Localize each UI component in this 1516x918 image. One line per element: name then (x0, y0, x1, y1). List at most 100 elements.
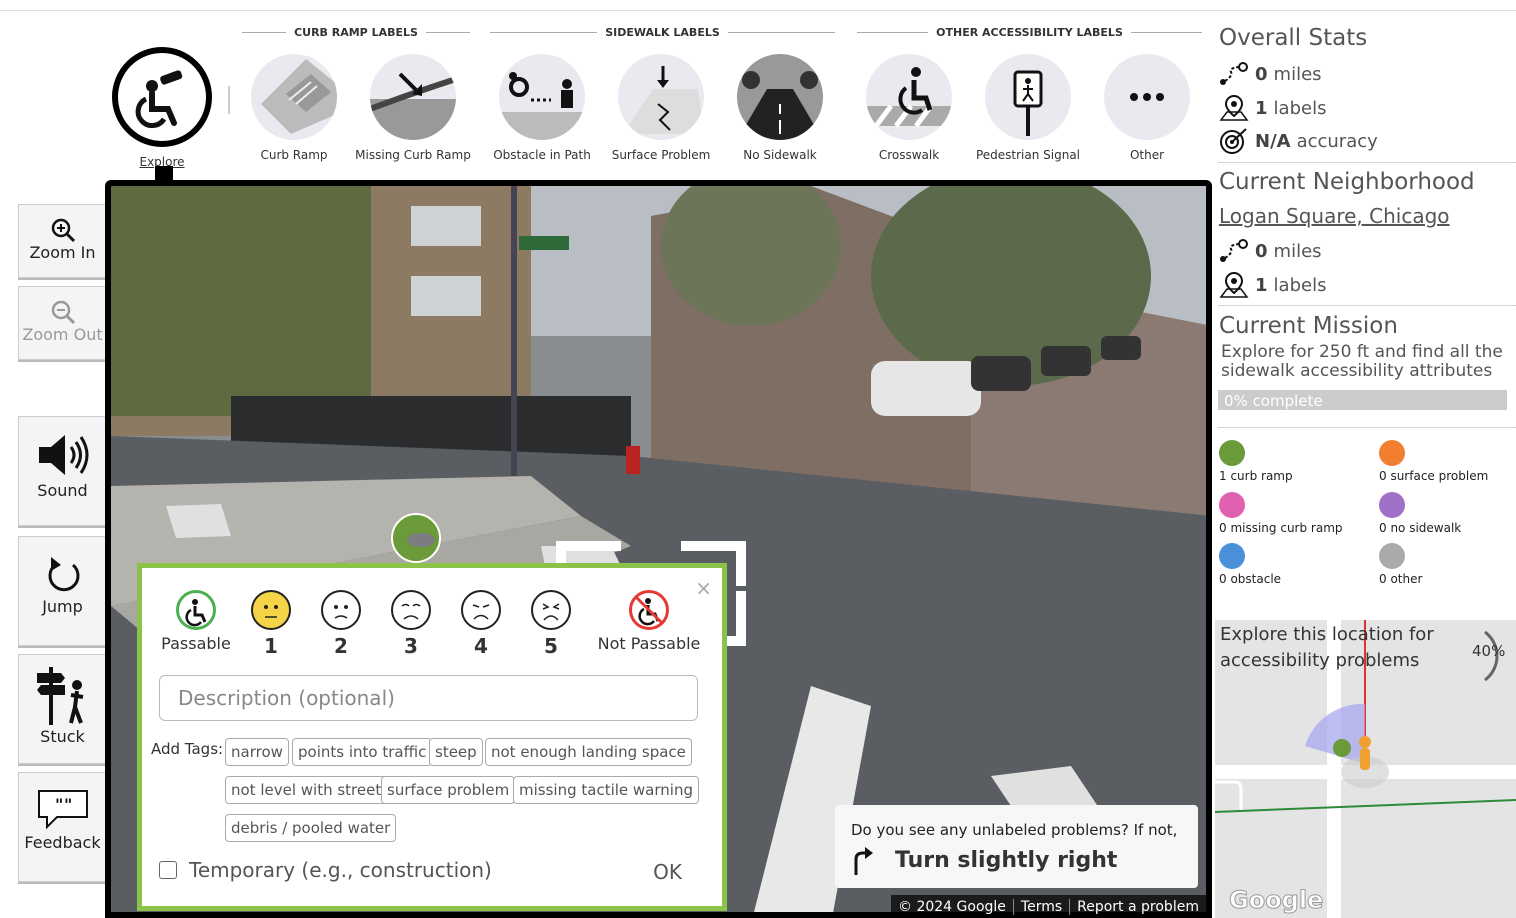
report-problem-link[interactable]: Report a problem (1069, 898, 1206, 915)
pedestrian-signal-icon (985, 54, 1071, 140)
minimap[interactable]: Explore this location for accessibility … (1215, 620, 1516, 918)
jump-icon (48, 557, 79, 592)
other-dot-icon (1379, 543, 1405, 569)
tool-surface-problem-label: Surface Problem (611, 148, 711, 162)
more-icon (1104, 54, 1190, 140)
neighborhood-link[interactable]: Logan Square, Chicago (1219, 204, 1450, 228)
svg-text:": " (64, 795, 72, 814)
severity-4[interactable]: 4 (456, 590, 506, 658)
tool-curb-ramp[interactable]: Curb Ramp (234, 54, 354, 162)
severity-4-label: 4 (474, 634, 488, 658)
tool-pedestrian-signal-label: Pedestrian Signal (975, 148, 1081, 162)
google-logo: Google (1228, 886, 1324, 915)
severity-2[interactable]: 2 (316, 590, 366, 658)
tag-debris-pooled-water[interactable]: debris / pooled water (225, 814, 397, 842)
severity-5-label: 5 (544, 634, 558, 658)
map-pin-icon (1219, 271, 1249, 298)
tool-pedestrian-signal[interactable]: Pedestrian Signal (968, 54, 1088, 162)
count-no-sidewalk: 0 no sidewalk (1379, 492, 1461, 535)
wheelchair-binoculars-icon (112, 47, 212, 147)
severity-not-passable[interactable]: Not Passable (594, 590, 704, 653)
zoom-out-button[interactable]: Zoom Out (18, 286, 106, 360)
count-obstacle: 0 obstacle (1219, 543, 1281, 586)
target-icon (1220, 128, 1247, 154)
severity-1[interactable]: 1 (246, 590, 296, 658)
tag-not-enough-landing-space[interactable]: not enough landing space (485, 738, 692, 766)
tag-surface-problem[interactable]: surface problem (381, 776, 516, 804)
mission-title: Current Mission (1219, 313, 1398, 339)
progress-text: 0% complete (1224, 392, 1323, 410)
zoom-in-label: Zoom In (29, 243, 96, 262)
severity-5[interactable]: 5 (526, 590, 576, 658)
tool-crosswalk[interactable]: Crosswalk (849, 54, 969, 162)
top-divider (0, 10, 1516, 11)
overall-labels: 1 labels (1219, 94, 1326, 122)
toolbar-separator (228, 86, 230, 114)
terms-link[interactable]: Terms (1012, 898, 1069, 915)
nav-hint-direction[interactable]: Turn slightly right (851, 845, 1182, 875)
surface-problem-dot-icon (1379, 440, 1405, 466)
stuck-label: Stuck (40, 727, 85, 746)
jump-button[interactable]: Jump (18, 536, 106, 646)
neighborhood-title: Current Neighborhood (1219, 169, 1475, 195)
tool-no-sidewalk-label: No Sidewalk (743, 148, 817, 162)
zoom-in-button[interactable]: Zoom In (18, 204, 106, 278)
ok-button[interactable]: OK (653, 860, 682, 884)
google-attribution-bar: © 2024 Google Terms Report a problem (891, 895, 1206, 918)
temporary-label: Temporary (e.g., construction) (189, 858, 492, 882)
tool-surface-problem[interactable]: Surface Problem (601, 54, 721, 162)
severity-3[interactable]: 3 (386, 590, 436, 658)
minimap-percent: 40% (1472, 642, 1506, 660)
worried-face-icon (391, 590, 431, 630)
description-input[interactable]: Description (optional) (159, 675, 698, 721)
obstacle-dot-icon (1219, 543, 1245, 569)
curb-ramp-dot-icon (1219, 440, 1245, 466)
tag-missing-tactile-warning[interactable]: missing tactile warning (513, 776, 699, 804)
feedback-label: Feedback (24, 833, 101, 852)
tag-points-into-traffic[interactable]: points into traffic (292, 738, 433, 766)
severity-passable-label: Passable (161, 634, 231, 653)
checkbox-box[interactable] (159, 861, 177, 879)
jump-label: Jump (42, 597, 83, 616)
speaker-icon (38, 435, 88, 475)
tool-other[interactable]: Other (1087, 54, 1207, 162)
tag-steep[interactable]: steep (429, 738, 483, 766)
crosswalk-icon (866, 54, 952, 140)
turn-right-arrow-icon (854, 847, 873, 875)
route-icon (1220, 239, 1248, 262)
route-icon (1220, 62, 1248, 85)
severity-1-label: 1 (264, 634, 278, 658)
no-sidewalk-dot-icon (1379, 492, 1405, 518)
feedback-speech-icon: " " (37, 790, 88, 829)
stuck-button[interactable]: Stuck (18, 654, 106, 764)
feedback-button[interactable]: " " Feedback (18, 772, 106, 882)
severity-3-label: 3 (404, 634, 418, 658)
label-severity-popup: × Passable 1 2 3 4 5 Not Passable Descri… (137, 563, 727, 911)
sound-button[interactable]: Sound (18, 416, 106, 526)
curb-ramp-group-header: CURB RAMP LABELS (242, 24, 470, 40)
tag-not-level-with-street[interactable]: not level with street (225, 776, 388, 804)
mission-progress-bar: 0% complete (1218, 390, 1507, 410)
other-group-header: OTHER ACCESSIBILITY LABELS (857, 24, 1203, 40)
count-other: 0 other (1379, 543, 1422, 586)
overall-accuracy: N/A accuracy (1219, 127, 1378, 155)
nav-hint-question: Do you see any unlabeled problems? If no… (851, 821, 1178, 839)
neighborhood-labels: 1 labels (1219, 271, 1326, 299)
tool-no-sidewalk[interactable]: No Sidewalk (720, 54, 840, 162)
sidebar-divider (1218, 427, 1516, 428)
tool-obstacle[interactable]: Obstacle in Path (482, 54, 602, 162)
zoom-in-icon (51, 218, 75, 243)
temporary-checkbox[interactable]: Temporary (e.g., construction) (159, 858, 492, 882)
tool-crosswalk-label: Crosswalk (878, 148, 940, 162)
tool-missing-curb-ramp[interactable]: Missing Curb Ramp (353, 54, 473, 162)
severity-passable[interactable]: Passable (158, 590, 234, 653)
tool-explore[interactable]: Explore (102, 47, 222, 169)
severity-2-label: 2 (334, 634, 348, 658)
zoom-out-icon (51, 300, 75, 325)
sidewalk-group-header: SIDEWALK LABELS (490, 24, 835, 40)
minimap-title: Explore this location for accessibility … (1220, 624, 1434, 671)
tag-narrow[interactable]: narrow (225, 738, 289, 766)
count-missing-curb-ramp: 0 missing curb ramp (1219, 492, 1343, 535)
sidebar-divider (1218, 162, 1516, 163)
tool-missing-curb-ramp-label: Missing Curb Ramp (355, 148, 471, 162)
